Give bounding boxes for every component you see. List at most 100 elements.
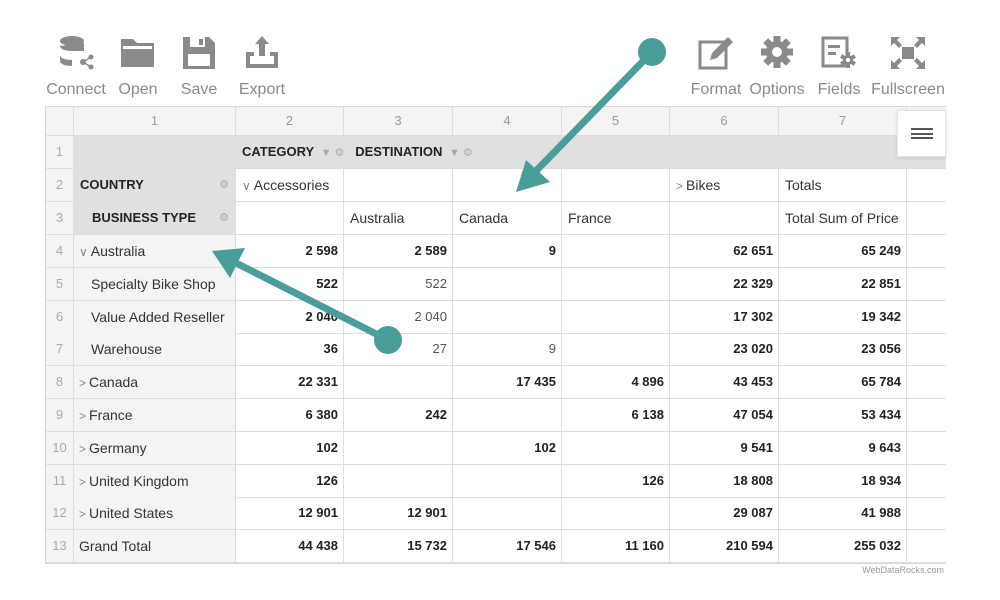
value-cell[interactable] xyxy=(344,366,453,399)
row-header[interactable]: Grand Total xyxy=(74,530,236,563)
value-cell[interactable]: 522 xyxy=(236,268,344,301)
destination-field[interactable]: DESTINATION xyxy=(355,144,442,159)
chevron-right-icon[interactable]: > xyxy=(79,409,86,423)
value-cell[interactable]: 2 040 xyxy=(344,301,453,334)
save-button[interactable]: Save xyxy=(163,34,235,100)
column-header[interactable]: 3 xyxy=(344,107,453,136)
chevron-right-icon[interactable]: > xyxy=(79,507,86,521)
row-header[interactable]: > Canada xyxy=(74,366,236,399)
chevron-right-icon[interactable]: > xyxy=(79,475,86,489)
chevron-down-icon[interactable]: ∨ xyxy=(242,179,251,193)
value-cell[interactable]: 2 598 xyxy=(236,235,344,268)
value-cell[interactable]: 36 xyxy=(236,333,344,366)
value-cell[interactable]: 126 xyxy=(562,465,670,498)
value-cell[interactable] xyxy=(344,432,453,465)
value-cell[interactable]: 12 901 xyxy=(236,497,344,530)
chevron-right-icon[interactable]: > xyxy=(676,179,683,193)
value-cell[interactable]: 9 xyxy=(453,235,562,268)
value-cell[interactable]: 18 934 xyxy=(779,465,907,498)
value-cell[interactable]: 47 054 xyxy=(670,399,779,432)
row-header[interactable]: Specialty Bike Shop xyxy=(74,268,236,301)
accessories-header[interactable]: ∨ Accessories xyxy=(236,169,344,202)
value-cell[interactable]: 9 541 xyxy=(670,432,779,465)
value-cell[interactable]: 19 342 xyxy=(779,301,907,334)
value-cell[interactable]: 43 453 xyxy=(670,366,779,399)
fullscreen-button[interactable]: Fullscreen xyxy=(870,34,946,100)
value-cell[interactable]: 11 160 xyxy=(562,530,670,563)
value-cell[interactable]: 9 643 xyxy=(779,432,907,465)
value-cell[interactable]: 6 138 xyxy=(562,399,670,432)
value-cell[interactable]: 22 851 xyxy=(779,268,907,301)
row-header[interactable]: > France xyxy=(74,399,236,432)
value-cell[interactable]: 18 808 xyxy=(670,465,779,498)
value-cell[interactable]: 29 087 xyxy=(670,497,779,530)
value-cell[interactable] xyxy=(453,268,562,301)
value-cell[interactable] xyxy=(453,465,562,498)
column-header[interactable]: 6 xyxy=(670,107,779,136)
column-header[interactable]: 5 xyxy=(562,107,670,136)
gear-small-icon[interactable]: ⚙ xyxy=(219,202,229,234)
business-type-field[interactable]: BUSINESS TYPE ⚙ xyxy=(74,202,236,235)
value-cell[interactable]: 126 xyxy=(236,465,344,498)
row-header[interactable]: Warehouse xyxy=(74,333,236,366)
value-cell[interactable]: 102 xyxy=(453,432,562,465)
value-cell[interactable] xyxy=(453,399,562,432)
gear-small-icon[interactable]: ⚙ xyxy=(463,147,473,159)
value-cell[interactable]: 27 xyxy=(344,333,453,366)
country-field[interactable]: COUNTRY ⚙ xyxy=(74,169,236,202)
value-cell[interactable] xyxy=(562,235,670,268)
value-cell[interactable]: 17 546 xyxy=(453,530,562,563)
gear-small-icon[interactable]: ⚙ xyxy=(219,169,229,201)
value-cell[interactable]: 522 xyxy=(344,268,453,301)
value-cell[interactable] xyxy=(453,301,562,334)
value-cell[interactable]: 41 988 xyxy=(779,497,907,530)
row-header[interactable]: > Germany xyxy=(74,432,236,465)
value-cell[interactable]: 2 589 xyxy=(344,235,453,268)
value-cell[interactable]: 2 040 xyxy=(236,301,344,334)
value-cell[interactable]: 17 435 xyxy=(453,366,562,399)
category-field[interactable]: CATEGORY xyxy=(242,144,314,159)
value-cell[interactable] xyxy=(562,432,670,465)
value-cell[interactable]: 53 434 xyxy=(779,399,907,432)
value-cell[interactable]: 22 329 xyxy=(670,268,779,301)
pivot-grid[interactable]: 1 2 3 4 5 6 7 1 CATEGORY ▼ ⚙ DESTINATION … xyxy=(45,106,946,564)
value-cell[interactable] xyxy=(562,497,670,530)
column-filter-bar[interactable]: CATEGORY ▼ ⚙ DESTINATION ▼ ⚙ xyxy=(236,136,907,169)
value-cell[interactable]: 210 594 xyxy=(670,530,779,563)
chevron-right-icon[interactable]: > xyxy=(79,376,86,390)
value-cell[interactable]: 23 020 xyxy=(670,333,779,366)
value-cell[interactable]: 255 032 xyxy=(779,530,907,563)
column-header[interactable]: 2 xyxy=(236,107,344,136)
value-cell[interactable]: 22 331 xyxy=(236,366,344,399)
chevron-down-icon[interactable]: ∨ xyxy=(79,245,88,259)
value-cell[interactable]: 9 xyxy=(453,333,562,366)
hamburger-menu-button[interactable] xyxy=(897,110,946,157)
value-cell[interactable]: 17 302 xyxy=(670,301,779,334)
fields-button[interactable]: Fields xyxy=(803,34,875,100)
row-header[interactable]: > United States xyxy=(74,497,236,530)
value-cell[interactable]: 6 380 xyxy=(236,399,344,432)
value-cell[interactable] xyxy=(562,333,670,366)
value-cell[interactable] xyxy=(562,301,670,334)
column-header[interactable]: 4 xyxy=(453,107,562,136)
row-header[interactable]: Value Added Reseller xyxy=(74,301,236,334)
value-cell[interactable]: 65 784 xyxy=(779,366,907,399)
chevron-right-icon[interactable]: > xyxy=(79,442,86,456)
column-header[interactable]: 7 xyxy=(779,107,907,136)
value-cell[interactable]: 242 xyxy=(344,399,453,432)
row-header[interactable]: ∨ Australia xyxy=(74,235,236,268)
value-cell[interactable]: 12 901 xyxy=(344,497,453,530)
column-header[interactable]: 1 xyxy=(74,107,236,136)
value-cell[interactable] xyxy=(562,268,670,301)
value-cell[interactable]: 62 651 xyxy=(670,235,779,268)
value-cell[interactable] xyxy=(344,465,453,498)
gear-small-icon[interactable]: ⚙ xyxy=(335,147,345,159)
row-header[interactable]: > United Kingdom xyxy=(74,465,236,498)
bikes-header[interactable]: > Bikes xyxy=(670,169,779,202)
value-cell[interactable]: 4 896 xyxy=(562,366,670,399)
filter-icon[interactable]: ▼ xyxy=(321,147,332,159)
export-button[interactable]: Export xyxy=(226,34,298,100)
value-cell[interactable]: 23 056 xyxy=(779,333,907,366)
value-cell[interactable]: 15 732 xyxy=(344,530,453,563)
value-cell[interactable]: 65 249 xyxy=(779,235,907,268)
